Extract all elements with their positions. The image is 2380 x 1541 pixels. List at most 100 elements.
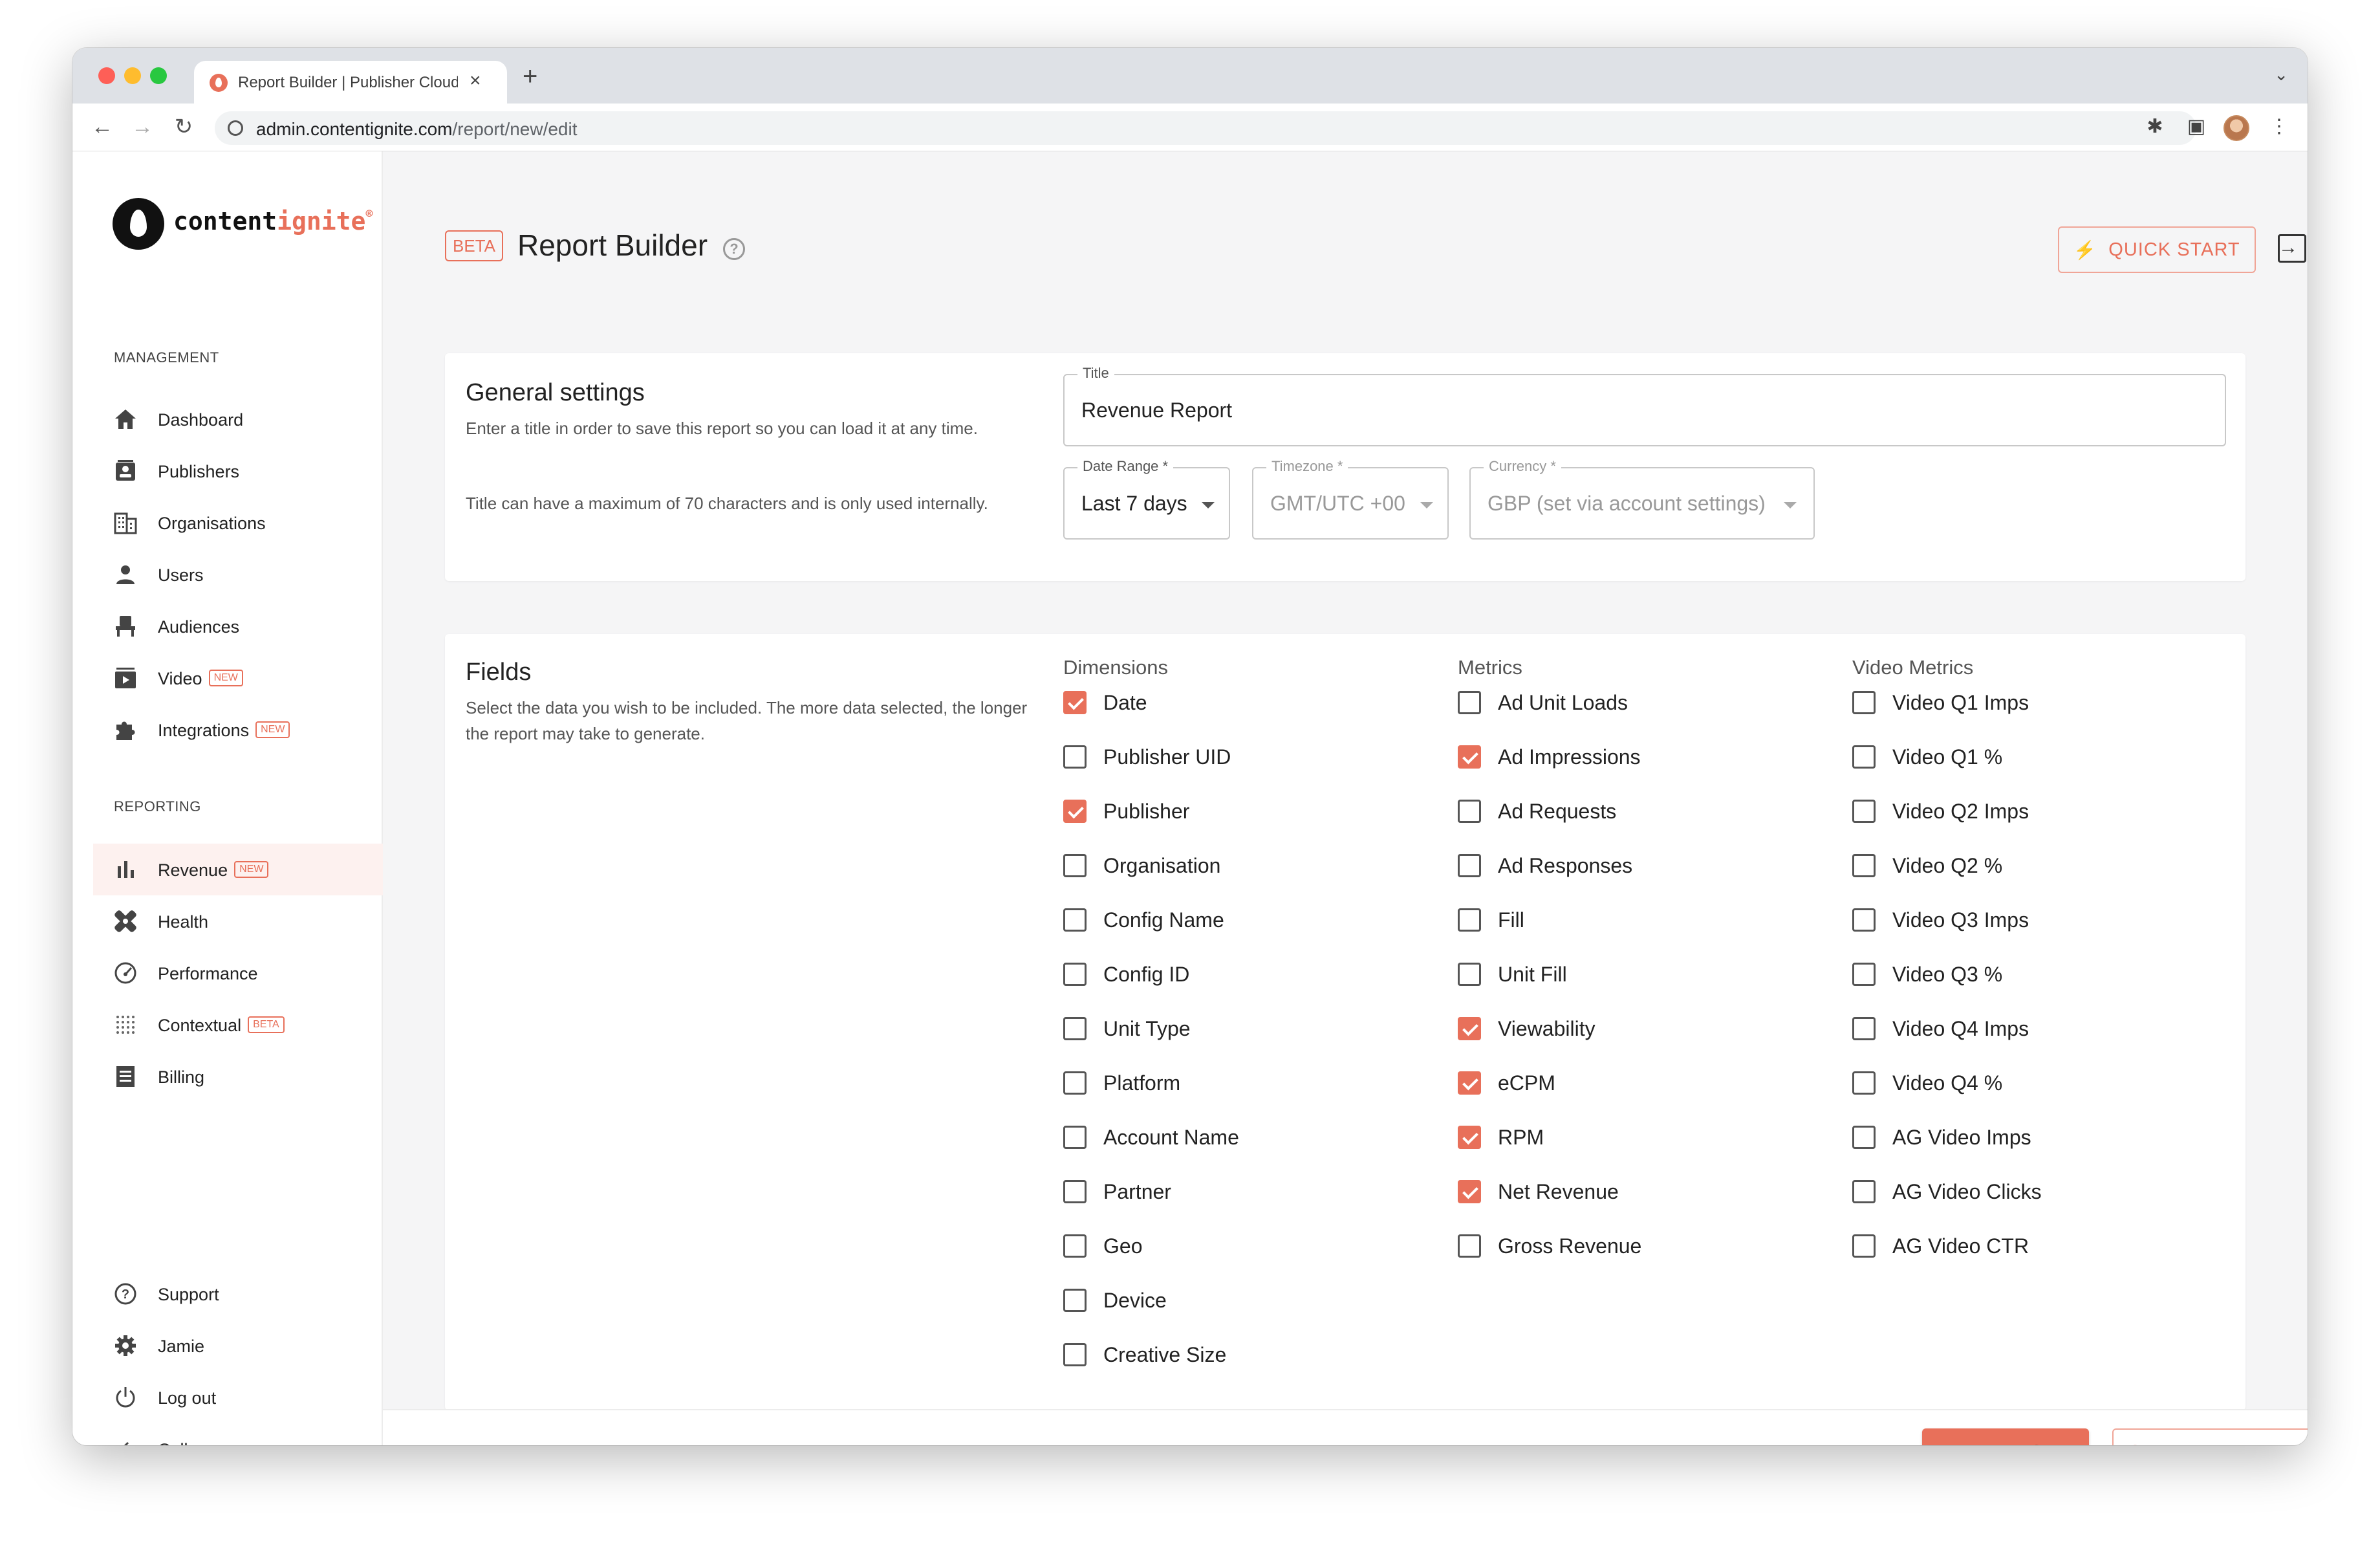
sidebar-item-collapse[interactable]: Collapse bbox=[93, 1423, 383, 1445]
back-icon[interactable]: ← bbox=[88, 113, 116, 141]
checkbox-row[interactable]: Account Name bbox=[1063, 1124, 1239, 1150]
checkbox-unchecked[interactable] bbox=[1458, 854, 1481, 877]
checkbox-unchecked[interactable] bbox=[1852, 800, 1876, 823]
checkbox-unchecked[interactable] bbox=[1063, 1017, 1087, 1040]
checkbox-row[interactable]: Fill bbox=[1458, 907, 1524, 933]
checkbox-row[interactable]: Viewability bbox=[1458, 1016, 1596, 1042]
address-bar[interactable]: admin.contentignite.com/report/new/edit bbox=[215, 111, 2196, 145]
checkbox-checked[interactable] bbox=[1458, 1017, 1481, 1040]
checkbox-row[interactable]: Geo bbox=[1063, 1233, 1142, 1259]
checkbox-checked[interactable] bbox=[1458, 745, 1481, 769]
sidebar-item-audiences[interactable]: Audiences bbox=[93, 600, 383, 652]
checkbox-row[interactable]: Partner bbox=[1063, 1179, 1171, 1205]
tab-list-chevron-icon[interactable]: ⌄ bbox=[2274, 65, 2288, 85]
checkbox-row[interactable]: Date bbox=[1063, 690, 1147, 716]
extensions-icon[interactable]: ✱ bbox=[2142, 114, 2168, 140]
new-tab-icon[interactable]: + bbox=[523, 63, 537, 89]
checkbox-unchecked[interactable] bbox=[1852, 1126, 1876, 1149]
checkbox-row[interactable]: Config Name bbox=[1063, 907, 1224, 933]
checkbox-row[interactable]: Video Q1 Imps bbox=[1852, 690, 2029, 716]
checkbox-row[interactable]: Video Q2 Imps bbox=[1852, 798, 2029, 824]
checkbox-row[interactable]: AG Video CTR bbox=[1852, 1233, 2029, 1259]
checkbox-row[interactable]: Device bbox=[1063, 1287, 1167, 1313]
sidebar-item-support[interactable]: ? Support bbox=[93, 1268, 383, 1320]
checkbox-checked[interactable] bbox=[1458, 1126, 1481, 1149]
save-and-run-report-button[interactable]: SAVE & RUN REPORT bbox=[2112, 1428, 2308, 1445]
checkbox-checked[interactable] bbox=[1458, 1071, 1481, 1095]
checkbox-unchecked[interactable] bbox=[1852, 745, 1876, 769]
sidebar-item-integrations[interactable]: Integrations NEW bbox=[93, 704, 383, 756]
help-icon[interactable]: ? bbox=[723, 238, 745, 260]
sidebar-item-revenue[interactable]: Revenue NEW bbox=[93, 844, 383, 895]
checkbox-row[interactable]: Platform bbox=[1063, 1070, 1180, 1096]
checkbox-row[interactable]: Video Q4 Imps bbox=[1852, 1016, 2029, 1042]
checkbox-row[interactable]: Config ID bbox=[1063, 961, 1189, 987]
date-range-select[interactable]: Date Range * Last 7 days bbox=[1063, 458, 1230, 540]
checkbox-unchecked[interactable] bbox=[1852, 963, 1876, 986]
sidebar-item-account[interactable]: Jamie bbox=[93, 1320, 383, 1372]
checkbox-unchecked[interactable] bbox=[1852, 1234, 1876, 1258]
checkbox-unchecked[interactable] bbox=[1063, 1180, 1087, 1203]
checkbox-unchecked[interactable] bbox=[1063, 963, 1087, 986]
minimize-window-button[interactable] bbox=[124, 67, 141, 84]
sidebar-item-billing[interactable]: Billing bbox=[93, 1051, 383, 1102]
forward-icon[interactable]: → bbox=[128, 113, 157, 141]
checkbox-row[interactable]: Organisation bbox=[1063, 853, 1220, 879]
checkbox-unchecked[interactable] bbox=[1852, 1071, 1876, 1095]
checkbox-row[interactable]: Ad Requests bbox=[1458, 798, 1616, 824]
checkbox-unchecked[interactable] bbox=[1063, 854, 1087, 877]
checkbox-unchecked[interactable] bbox=[1063, 1234, 1087, 1258]
browser-tab[interactable]: Report Builder | Publisher Cloud × bbox=[194, 61, 507, 104]
sidebar-item-video[interactable]: Video NEW bbox=[93, 652, 383, 704]
checkbox-checked[interactable] bbox=[1458, 1180, 1481, 1203]
sidebar-item-performance[interactable]: Performance bbox=[93, 947, 383, 999]
checkbox-row[interactable]: Unit Type bbox=[1063, 1016, 1191, 1042]
checkbox-unchecked[interactable] bbox=[1063, 908, 1087, 932]
sidebar-item-users[interactable]: Users bbox=[93, 549, 383, 600]
side-panel-icon[interactable]: ▣ bbox=[2183, 114, 2209, 140]
title-field[interactable]: Title Revenue Report bbox=[1063, 365, 2226, 446]
checkbox-unchecked[interactable] bbox=[1458, 691, 1481, 714]
reload-icon[interactable]: ↻ bbox=[169, 113, 198, 141]
sidebar-item-dashboard[interactable]: Dashboard bbox=[93, 393, 383, 445]
checkbox-unchecked[interactable] bbox=[1852, 1180, 1876, 1203]
checkbox-checked[interactable] bbox=[1063, 691, 1087, 714]
checkbox-row[interactable]: Ad Responses bbox=[1458, 853, 1632, 879]
checkbox-row[interactable]: Unit Fill bbox=[1458, 961, 1567, 987]
checkbox-row[interactable]: Publisher bbox=[1063, 798, 1189, 824]
site-info-icon[interactable] bbox=[228, 120, 243, 136]
checkbox-row[interactable]: eCPM bbox=[1458, 1070, 1555, 1096]
checkbox-row[interactable]: AG Video Imps bbox=[1852, 1124, 2031, 1150]
run-report-button[interactable]: RUN REPORT bbox=[1922, 1428, 2089, 1445]
checkbox-unchecked[interactable] bbox=[1852, 691, 1876, 714]
checkbox-unchecked[interactable] bbox=[1063, 1071, 1087, 1095]
checkbox-unchecked[interactable] bbox=[1063, 1126, 1087, 1149]
zoom-window-button[interactable] bbox=[150, 67, 167, 84]
checkbox-row[interactable]: Ad Unit Loads bbox=[1458, 690, 1628, 716]
checkbox-row[interactable]: Video Q1 % bbox=[1852, 744, 2002, 770]
checkbox-row[interactable]: Video Q3 Imps bbox=[1852, 907, 2029, 933]
checkbox-checked[interactable] bbox=[1063, 800, 1087, 823]
exit-icon[interactable] bbox=[2278, 234, 2306, 263]
sidebar-item-health[interactable]: Health bbox=[93, 895, 383, 947]
checkbox-row[interactable]: AG Video Clicks bbox=[1852, 1179, 2042, 1205]
checkbox-unchecked[interactable] bbox=[1063, 1289, 1087, 1312]
sidebar-item-contextual[interactable]: Contextual BETA bbox=[93, 999, 383, 1051]
checkbox-row[interactable]: Video Q3 % bbox=[1852, 961, 2002, 987]
checkbox-row[interactable]: Ad Impressions bbox=[1458, 744, 1641, 770]
checkbox-unchecked[interactable] bbox=[1458, 1234, 1481, 1258]
checkbox-row[interactable]: Net Revenue bbox=[1458, 1179, 1619, 1205]
checkbox-row[interactable]: Publisher UID bbox=[1063, 744, 1231, 770]
checkbox-unchecked[interactable] bbox=[1852, 1017, 1876, 1040]
checkbox-row[interactable]: Video Q4 % bbox=[1852, 1070, 2002, 1096]
checkbox-unchecked[interactable] bbox=[1063, 745, 1087, 769]
checkbox-unchecked[interactable] bbox=[1852, 908, 1876, 932]
kebab-menu-icon[interactable]: ⋮ bbox=[2266, 114, 2292, 140]
currency-select[interactable]: Currency * GBP (set via account settings… bbox=[1469, 458, 1815, 540]
checkbox-unchecked[interactable] bbox=[1852, 854, 1876, 877]
tab-close-icon[interactable]: × bbox=[470, 70, 481, 92]
checkbox-row[interactable]: Creative Size bbox=[1063, 1342, 1226, 1368]
url-text[interactable]: admin.contentignite.com/report/new/edit bbox=[256, 119, 578, 140]
sidebar-item-organisations[interactable]: Organisations bbox=[93, 497, 383, 549]
checkbox-unchecked[interactable] bbox=[1458, 963, 1481, 986]
